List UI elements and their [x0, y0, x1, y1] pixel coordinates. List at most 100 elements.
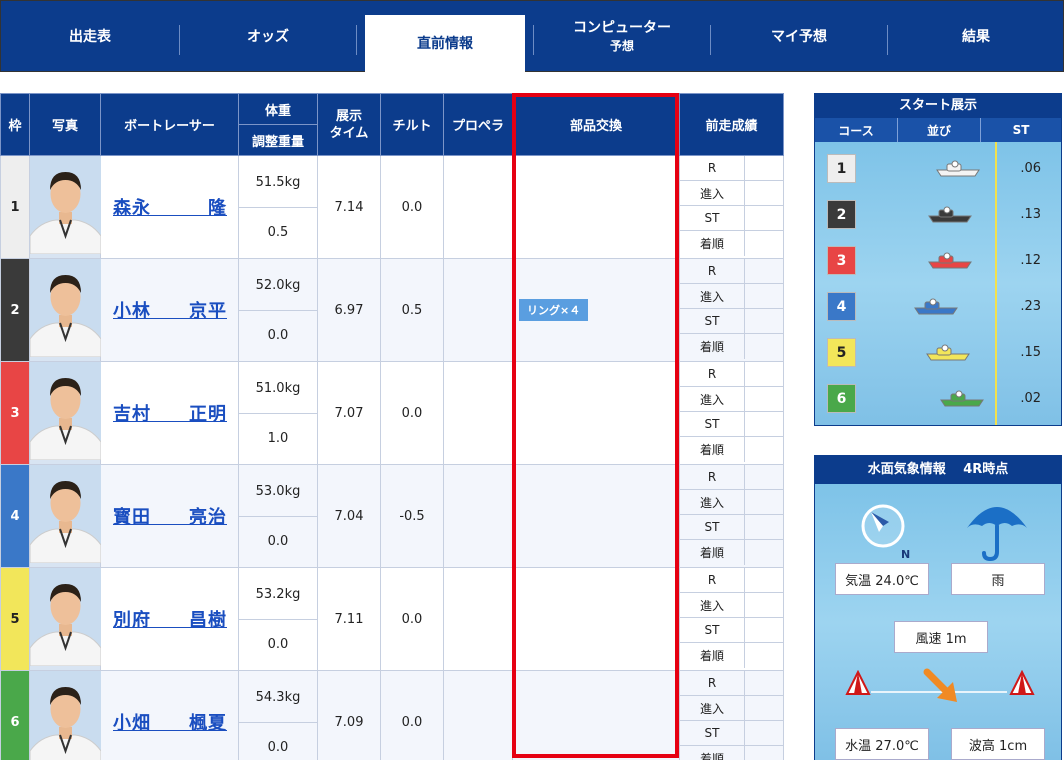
racer-name-link[interactable]: 森永 隆	[113, 198, 227, 219]
prev-result-row: 進入	[680, 387, 783, 412]
frame-number: 4	[0, 464, 30, 568]
racer-name-link[interactable]: 小畑 楓夏	[113, 713, 227, 734]
parts-exchange-cell	[512, 567, 680, 671]
adjust-weight: 0.5	[239, 207, 317, 256]
prev-result-label: 着順	[680, 231, 745, 256]
prev-result-value	[745, 618, 783, 642]
propeller-value	[443, 464, 513, 568]
tilt-value: 0.0	[380, 567, 444, 671]
racer-portrait-icon	[29, 259, 102, 358]
racer-name-link[interactable]: 別府 昌樹	[113, 610, 227, 631]
exhibit-time: 7.14	[317, 155, 381, 259]
pre-race-info-table: 枠 写真 ボートレーサー 体重 展示 タイム チルト プロペラ 部品交換 前走成…	[0, 93, 784, 760]
adjust-weight: 0.0	[239, 310, 317, 359]
racer-photo	[29, 361, 102, 465]
boat-icon	[928, 252, 972, 269]
header-previous-result: 前走成績	[679, 93, 784, 156]
race-tab-bar: 出走表 オッズ 直前情報 コンピューター 予想 マイ予想 結果	[0, 0, 1064, 73]
prev-result-value	[745, 231, 783, 256]
header-exhibit-line1: 展示	[335, 108, 362, 124]
racer-name-link[interactable]: 小林 京平	[113, 301, 227, 322]
exhibit-time: 7.04	[317, 464, 381, 568]
start-display-water: 1 .06 2 .13 3 .12 4 .23 5 .15 6 .02	[815, 142, 1061, 425]
tab-pre-race-info[interactable]: 直前情報	[365, 15, 525, 73]
weight-cell: 54.3kg 0.0	[238, 670, 318, 760]
course-number: 4	[827, 292, 856, 321]
prev-result-label: R	[680, 259, 745, 283]
racer-name-cell: 小林 京平	[100, 258, 239, 362]
frame-number: 5	[0, 567, 30, 671]
prev-result-row: R	[680, 465, 783, 490]
prev-result-value	[745, 746, 783, 760]
prev-result-row: ST	[680, 412, 783, 437]
header-adjust-weight: 調整重量	[238, 124, 318, 156]
tab-my-prediction[interactable]: マイ予想	[711, 1, 887, 73]
racer-name-cell: 小畑 楓夏	[100, 670, 239, 760]
weight-cell: 51.0kg 1.0	[238, 361, 318, 465]
racer-portrait-icon	[29, 568, 102, 667]
prev-result-row: R	[680, 156, 783, 181]
course-number: 5	[827, 338, 856, 367]
racer-photo	[29, 464, 102, 568]
racer-name-link[interactable]: 吉村 正明	[113, 404, 227, 425]
prev-result-value	[745, 643, 783, 668]
racer-photo	[29, 258, 102, 362]
racer-name-cell: 寳田 亮治	[100, 464, 239, 568]
tab-odds[interactable]: オッズ	[180, 1, 356, 73]
tab-result[interactable]: 結果	[888, 1, 1064, 73]
tab-label: オッズ	[247, 29, 289, 45]
prev-result-row: 進入	[680, 490, 783, 515]
prev-result-row: 着順	[680, 334, 783, 359]
prev-result-label: 進入	[680, 490, 745, 514]
prev-result-cell: R 進入 ST 着順	[679, 567, 784, 671]
tab-computer-prediction[interactable]: コンピューター 予想	[534, 1, 710, 73]
tab-label: マイ予想	[771, 29, 827, 45]
tilt-value: -0.5	[380, 464, 444, 568]
prev-result-value	[745, 568, 783, 592]
prev-result-cell: R 進入 ST 着順	[679, 464, 784, 568]
wave-height: 波高 1cm	[951, 728, 1045, 760]
prev-result-row: ST	[680, 309, 783, 334]
prev-result-row: 進入	[680, 284, 783, 309]
racer-row: 1 森永 隆 51.5kg 0.5 7.14 0.0 R 進入 ST 着順	[0, 155, 784, 259]
exhibit-time: 7.09	[317, 670, 381, 760]
racer-name-link[interactable]: 寳田 亮治	[113, 507, 227, 528]
start-timing: .12	[1020, 253, 1041, 268]
racer-weight: 53.0kg	[255, 484, 301, 499]
tab-entry-list[interactable]: 出走表	[1, 1, 179, 73]
prev-result-value	[745, 259, 783, 283]
start-row: 4 .23	[815, 292, 1061, 322]
tilt-value: 0.0	[380, 670, 444, 760]
prev-result-label: 着順	[680, 437, 745, 462]
header-racer: ボートレーサー	[100, 93, 239, 156]
tab-label: 結果	[962, 29, 990, 45]
prev-result-label: R	[680, 568, 745, 592]
prev-result-value	[745, 593, 783, 617]
prev-result-value	[745, 721, 783, 745]
prev-result-row: 着順	[680, 231, 783, 256]
tilt-value: 0.5	[380, 258, 444, 362]
racer-row: 6 小畑 楓夏 54.3kg 0.0 7.09 0.0 R 進入 ST 着順	[0, 670, 784, 760]
frame-number: 1	[0, 155, 30, 259]
start-line	[995, 142, 997, 425]
racer-portrait-icon	[29, 671, 102, 760]
course-number: 2	[827, 200, 856, 229]
prev-result-row: R	[680, 259, 783, 284]
prev-result-cell: R 進入 ST 着順	[679, 670, 784, 760]
header-weight: 体重	[238, 93, 318, 125]
prev-result-label: R	[680, 465, 745, 489]
parts-exchange-cell	[512, 670, 680, 760]
prev-result-label: 進入	[680, 593, 745, 617]
header-frame: 枠	[0, 93, 30, 156]
parts-exchange-cell	[512, 361, 680, 465]
prev-result-value	[745, 156, 783, 180]
prev-result-row: 進入	[680, 593, 783, 618]
start-display-panel: スタート展示 コース 並び ST 1 .06 2 .13 3 .12 4 .23…	[814, 93, 1062, 426]
start-timing: .23	[1020, 299, 1041, 314]
prev-result-row: 進入	[680, 181, 783, 206]
prev-result-value	[745, 284, 783, 308]
tilt-value: 0.0	[380, 155, 444, 259]
prev-result-label: ST	[680, 309, 745, 333]
adjust-weight: 1.0	[239, 413, 317, 462]
prev-result-row: ST	[680, 515, 783, 540]
